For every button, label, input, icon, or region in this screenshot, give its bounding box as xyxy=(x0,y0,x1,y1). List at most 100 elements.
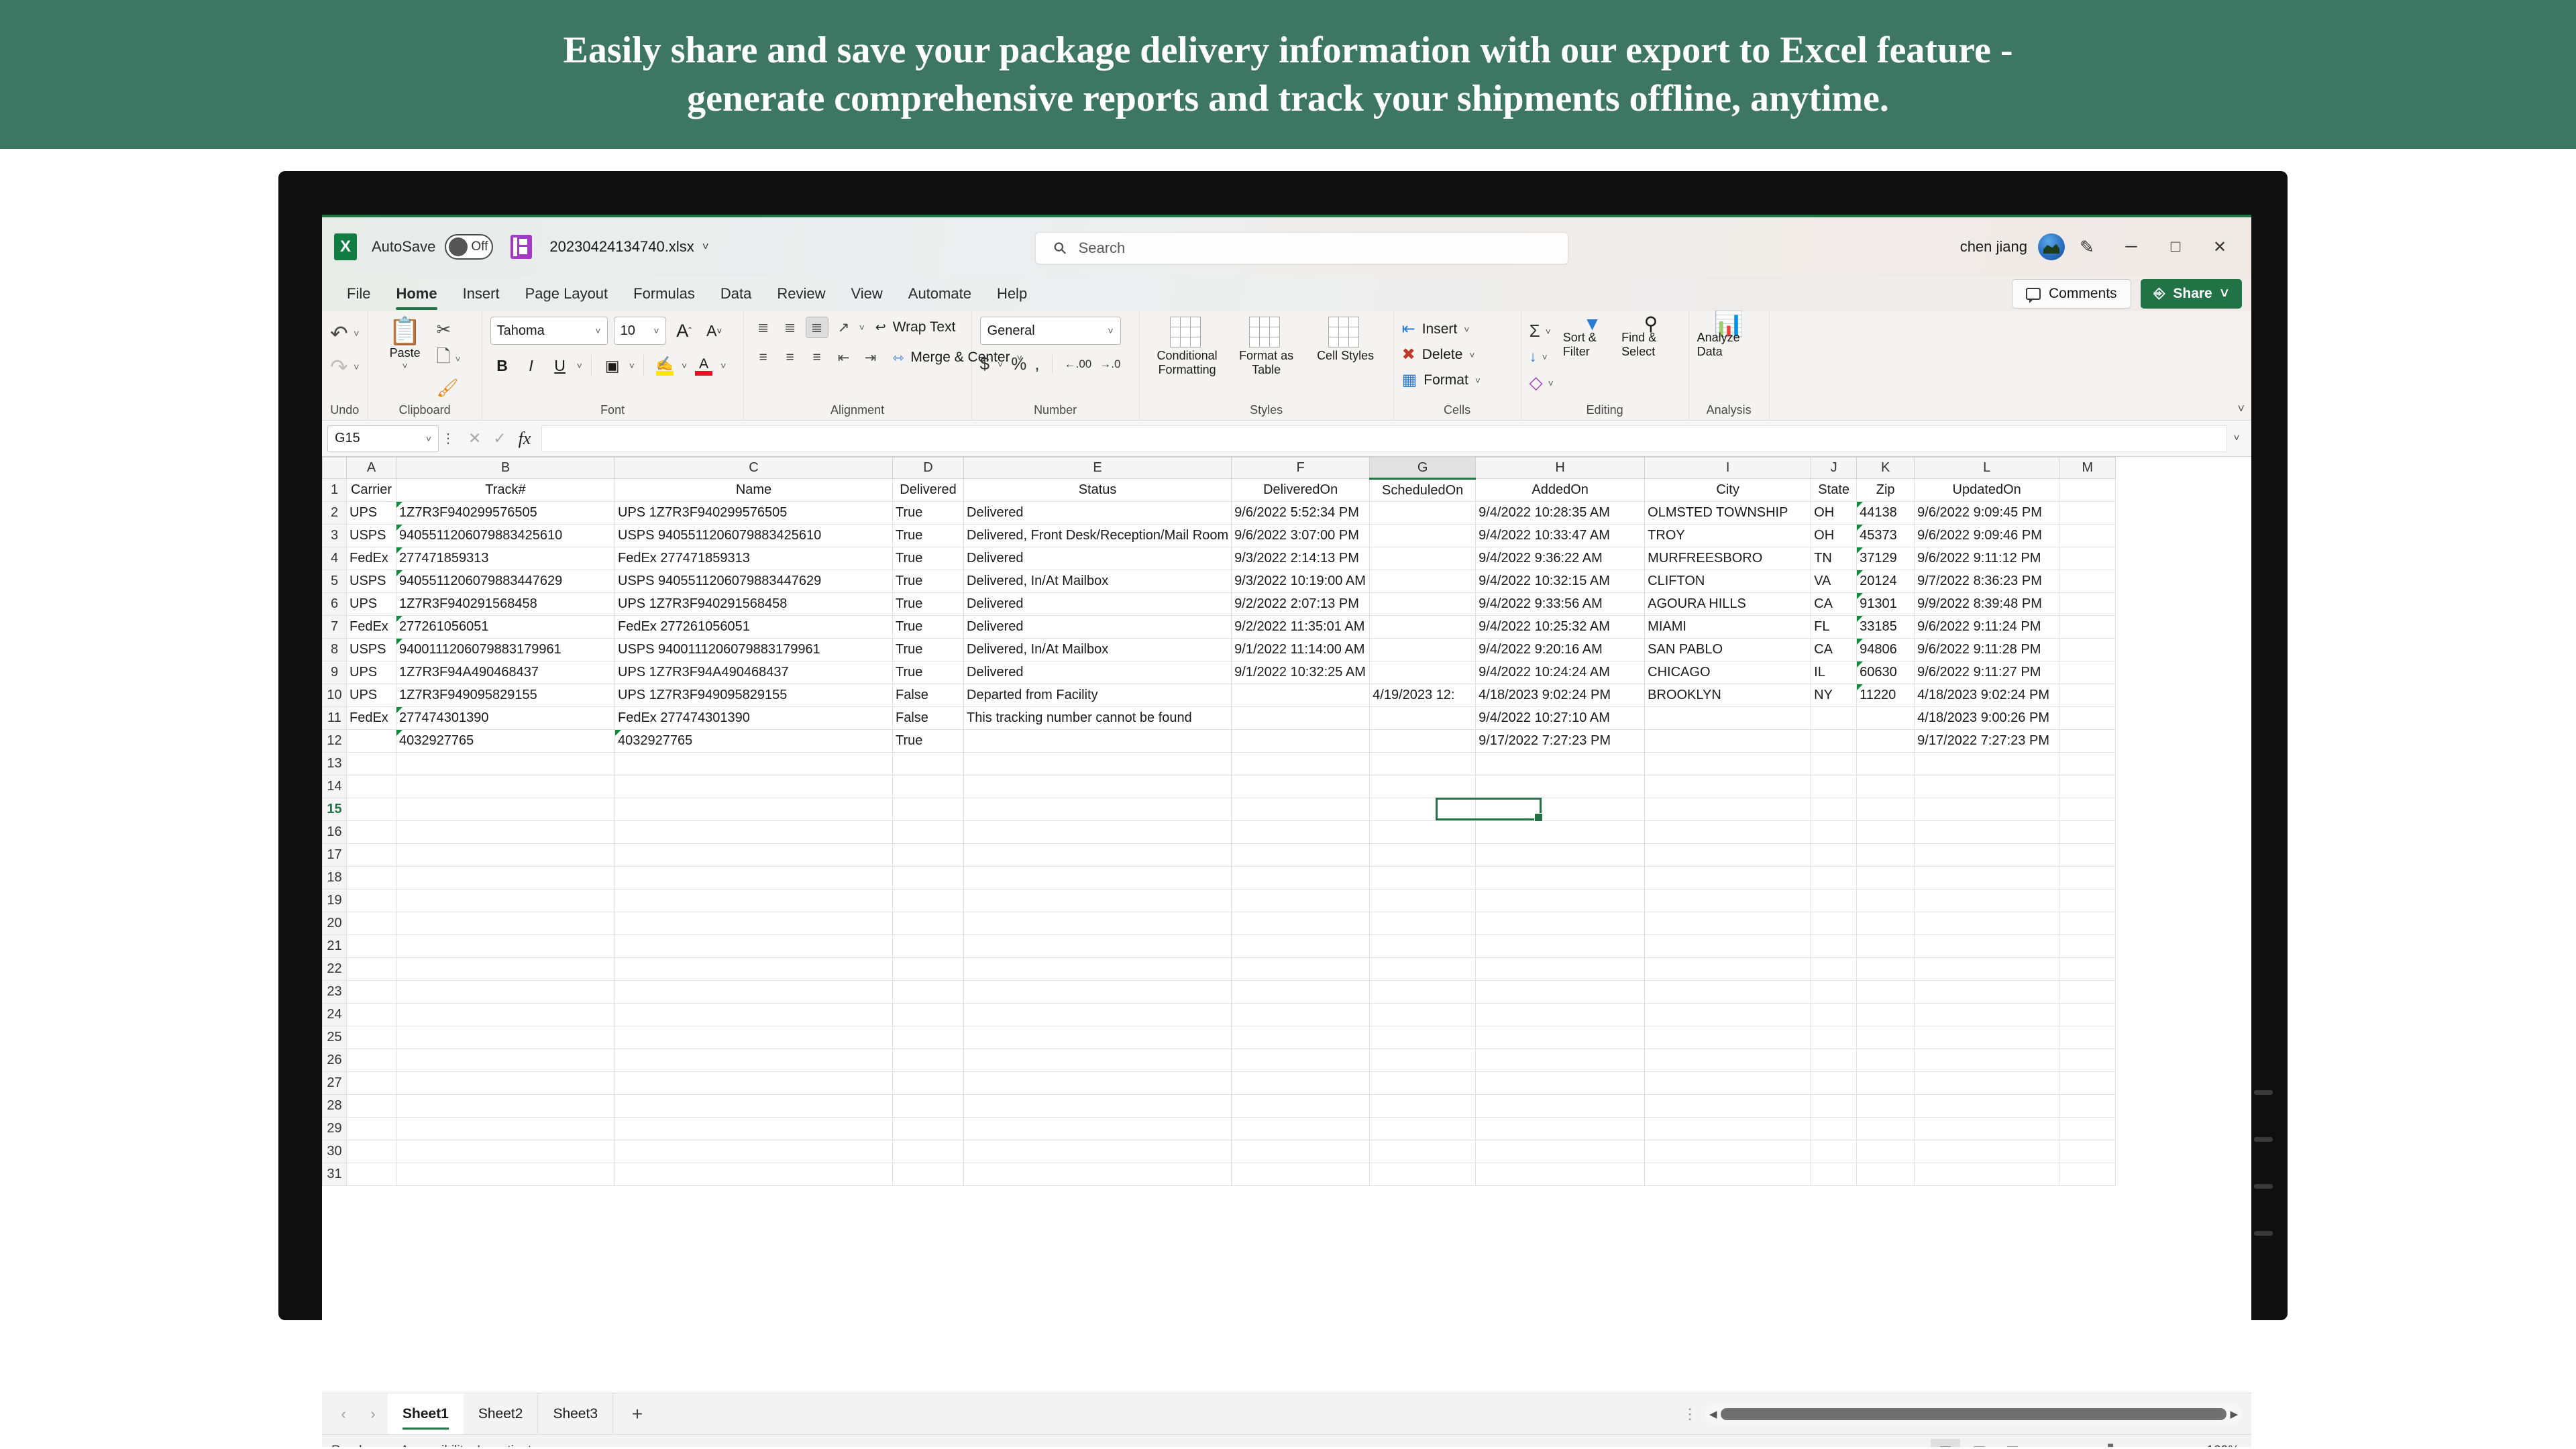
cell[interactable] xyxy=(615,867,893,890)
borders-chevron-down-icon[interactable]: ˅ xyxy=(629,360,635,371)
cell[interactable] xyxy=(2059,867,2116,890)
cell[interactable] xyxy=(396,775,615,798)
align-middle-button[interactable]: ≣ xyxy=(779,317,802,338)
cell[interactable] xyxy=(1232,1049,1370,1072)
cell[interactable] xyxy=(1915,1049,2059,1072)
row-header-30[interactable]: 30 xyxy=(323,1140,347,1163)
cell[interactable] xyxy=(615,821,893,844)
close-button[interactable]: ✕ xyxy=(2198,217,2242,276)
cell[interactable] xyxy=(1370,616,1476,639)
font-size-input[interactable]: 10 ˅ xyxy=(614,317,666,345)
font-size-chevron-down-icon[interactable]: ˅ xyxy=(653,325,659,336)
column-title-cell[interactable]: Delivered xyxy=(893,479,964,502)
cell[interactable] xyxy=(615,1049,893,1072)
cell[interactable] xyxy=(1811,844,1857,867)
cell[interactable] xyxy=(964,981,1232,1004)
cell[interactable] xyxy=(1857,867,1915,890)
cell[interactable] xyxy=(1811,1004,1857,1026)
cell[interactable] xyxy=(396,890,615,912)
cell[interactable] xyxy=(893,821,964,844)
cell[interactable] xyxy=(964,1118,1232,1140)
cell[interactable] xyxy=(347,935,396,958)
cell[interactable]: FedEx 277261056051 xyxy=(615,616,893,639)
cell[interactable] xyxy=(1857,821,1915,844)
cell[interactable]: 9/3/2022 10:19:00 AM xyxy=(1232,570,1370,593)
cell[interactable]: USPS 9405511206079883447629 xyxy=(615,570,893,593)
cell[interactable] xyxy=(2059,775,2116,798)
cell[interactable] xyxy=(1232,867,1370,890)
row-header-28[interactable]: 28 xyxy=(323,1095,347,1118)
cell[interactable] xyxy=(1476,958,1645,981)
cell[interactable]: 9/7/2022 8:36:23 PM xyxy=(1915,570,2059,593)
cell[interactable] xyxy=(1370,798,1476,821)
conditional-formatting-button[interactable]: Conditional Formatting xyxy=(1148,317,1227,377)
zoom-out-button[interactable]: − xyxy=(2031,1442,2053,1447)
column-title-cell[interactable]: State xyxy=(1811,479,1857,502)
cell[interactable]: Delivered xyxy=(964,502,1232,525)
cell[interactable]: 9/17/2022 7:27:23 PM xyxy=(1476,730,1645,753)
row-header-24[interactable]: 24 xyxy=(323,1004,347,1026)
cell[interactable] xyxy=(1915,821,2059,844)
delete-cells-button[interactable]: ✖ Delete ˅ xyxy=(1402,345,1481,364)
row-header-16[interactable]: 16 xyxy=(323,821,347,844)
cell[interactable] xyxy=(1232,1026,1370,1049)
cell[interactable]: 9/4/2022 9:33:56 AM xyxy=(1476,593,1645,616)
table-row[interactable]: 1CarrierTrack#NameDeliveredStatusDeliver… xyxy=(323,479,2116,502)
currency-chevron-down-icon[interactable]: ˅ xyxy=(998,359,1003,370)
cell[interactable]: This tracking number cannot be found xyxy=(964,707,1232,730)
cell[interactable]: FL xyxy=(1811,616,1857,639)
cell[interactable]: AGOURA HILLS xyxy=(1645,593,1811,616)
cell[interactable]: 9/6/2022 9:11:27 PM xyxy=(1915,661,2059,684)
cell[interactable]: OLMSTED TOWNSHIP xyxy=(1645,502,1811,525)
cell[interactable] xyxy=(893,935,964,958)
cell[interactable]: Delivered xyxy=(964,547,1232,570)
cell[interactable]: TROY xyxy=(1645,525,1811,547)
cell[interactable]: UPS 1Z7R3F940291568458 xyxy=(615,593,893,616)
cell[interactable] xyxy=(964,1163,1232,1186)
cell[interactable] xyxy=(1645,1095,1811,1118)
cell[interactable] xyxy=(1232,1072,1370,1095)
cell[interactable] xyxy=(1915,844,2059,867)
cell[interactable]: FedEx xyxy=(347,707,396,730)
cell[interactable] xyxy=(396,867,615,890)
cell[interactable] xyxy=(1857,1163,1915,1186)
cell[interactable] xyxy=(1476,890,1645,912)
row-header-26[interactable]: 26 xyxy=(323,1049,347,1072)
cell[interactable] xyxy=(1476,935,1645,958)
cell[interactable] xyxy=(1645,775,1811,798)
cell[interactable] xyxy=(1915,890,2059,912)
cell[interactable]: USPS 9400111206079883179961 xyxy=(615,639,893,661)
cell[interactable] xyxy=(1857,844,1915,867)
cell[interactable] xyxy=(893,958,964,981)
table-row[interactable]: 21 xyxy=(323,935,2116,958)
cell[interactable] xyxy=(347,821,396,844)
table-row[interactable]: 28 xyxy=(323,1095,2116,1118)
cell[interactable] xyxy=(1476,1140,1645,1163)
copy-chevron-down-icon[interactable]: ˅ xyxy=(455,354,460,364)
cell[interactable] xyxy=(2059,798,2116,821)
cell[interactable]: 33185 xyxy=(1857,616,1915,639)
cell[interactable] xyxy=(964,775,1232,798)
column-title-cell[interactable]: Status xyxy=(964,479,1232,502)
cell[interactable] xyxy=(1857,890,1915,912)
cell[interactable] xyxy=(1915,1095,2059,1118)
cell[interactable] xyxy=(1857,1118,1915,1140)
cell[interactable]: FedEx 277471859313 xyxy=(615,547,893,570)
cell[interactable] xyxy=(1857,1004,1915,1026)
cell[interactable]: True xyxy=(893,547,964,570)
cell[interactable] xyxy=(1857,1140,1915,1163)
cell[interactable] xyxy=(615,981,893,1004)
cell[interactable] xyxy=(1232,1118,1370,1140)
cell[interactable]: 9/4/2022 9:36:22 AM xyxy=(1476,547,1645,570)
cell[interactable] xyxy=(396,912,615,935)
formula-input[interactable] xyxy=(541,425,2227,452)
cell[interactable] xyxy=(1645,844,1811,867)
insert-chevron-down-icon[interactable]: ˅ xyxy=(1464,324,1469,335)
font-color-button[interactable]: A xyxy=(692,356,716,376)
cell[interactable] xyxy=(1915,753,2059,775)
cell[interactable] xyxy=(615,1118,893,1140)
cell[interactable] xyxy=(1811,981,1857,1004)
cell[interactable] xyxy=(1232,798,1370,821)
cell[interactable] xyxy=(964,935,1232,958)
cell[interactable] xyxy=(1915,1118,2059,1140)
